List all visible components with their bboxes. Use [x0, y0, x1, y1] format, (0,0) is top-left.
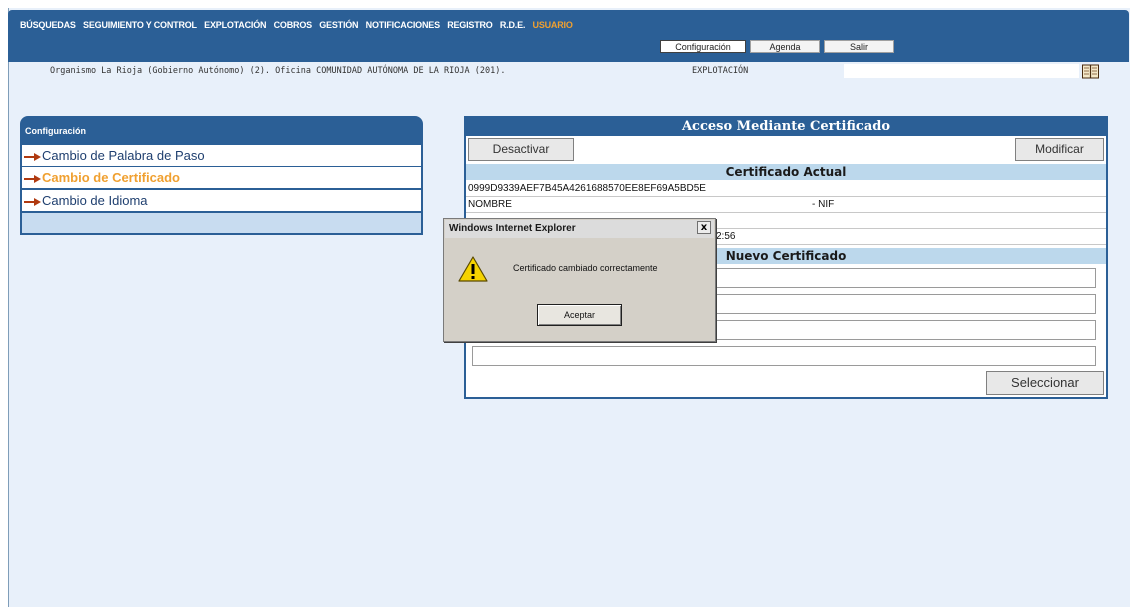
- config-item-label: Cambio de Idioma: [42, 193, 148, 208]
- dialog-message: Certificado cambiado correctamente: [513, 263, 658, 273]
- desactivar-button[interactable]: Desactivar: [468, 138, 574, 161]
- menu-registro[interactable]: REGISTRO: [447, 20, 493, 30]
- alert-dialog: Windows Internet Explorer x Certificado …: [443, 218, 716, 342]
- configuracion-button[interactable]: Configuración: [660, 40, 746, 53]
- certificate-name-row: NOMBRE - NIF: [466, 197, 1106, 213]
- main-menu: BÚSQUEDAS SEGUIMIENTO Y CONTROL EXPLOTAC…: [20, 20, 578, 30]
- menu-cobros[interactable]: COBROS: [274, 20, 313, 30]
- config-footer: [22, 213, 421, 233]
- menu-explotacion[interactable]: EXPLOTACIÓN: [204, 20, 266, 30]
- config-title: Configuración: [25, 126, 86, 136]
- config-item-label: Cambio de Certificado: [42, 170, 180, 185]
- menu-busquedas[interactable]: BÚSQUEDAS: [20, 20, 76, 30]
- salir-button[interactable]: Salir: [824, 40, 894, 53]
- dialog-title: Windows Internet Explorer: [445, 220, 714, 238]
- organism-info: Organismo La Rioja (Gobierno Autónomo) (…: [50, 66, 506, 76]
- config-item-palabra-paso[interactable]: Cambio de Palabra de Paso: [22, 145, 421, 166]
- book-icon[interactable]: [1082, 64, 1099, 79]
- config-item-certificado[interactable]: Cambio de Certificado: [22, 167, 421, 188]
- user-subnav: Configuración Agenda Salir: [660, 40, 898, 53]
- close-button[interactable]: x: [697, 221, 711, 234]
- config-panel: Configuración Cambio de Palabra de Paso …: [20, 116, 423, 235]
- certificate-name: NOMBRE: [468, 199, 512, 210]
- arrow-right-icon: [24, 152, 41, 161]
- menu-usuario[interactable]: USUARIO: [533, 20, 573, 30]
- arrow-right-icon: [24, 197, 41, 206]
- warning-icon: [458, 256, 488, 282]
- config-item-label: Cambio de Palabra de Paso: [42, 148, 205, 163]
- certificate-date: 2:56: [716, 231, 736, 242]
- new-cert-field-4[interactable]: [472, 346, 1096, 366]
- modificar-button[interactable]: Modificar: [1015, 138, 1104, 161]
- info-box: [844, 64, 1079, 78]
- current-certificate-header: Certificado Actual: [466, 164, 1106, 180]
- certificate-serial: 0999D9339AEF7B45A4261688570EE8EF69A5BD5E: [466, 181, 1106, 197]
- accept-button[interactable]: Aceptar: [537, 304, 622, 326]
- agenda-button[interactable]: Agenda: [750, 40, 820, 53]
- mode-label: EXPLOTACIÓN: [692, 66, 749, 76]
- top-navigation-bar: BÚSQUEDAS SEGUIMIENTO Y CONTROL EXPLOTAC…: [8, 10, 1129, 62]
- certificate-nif: - NIF: [812, 199, 835, 210]
- arrow-right-icon: [24, 174, 41, 183]
- menu-gestion[interactable]: GESTIÓN: [319, 20, 358, 30]
- certificate-title: Acceso Mediante Certificado: [466, 118, 1106, 136]
- menu-notificaciones[interactable]: NOTIFICACIONES: [366, 20, 440, 30]
- seleccionar-button[interactable]: Seleccionar: [986, 371, 1104, 395]
- menu-rde[interactable]: R.D.E.: [500, 20, 526, 30]
- config-item-idioma[interactable]: Cambio de Idioma: [22, 190, 421, 211]
- menu-seguimiento[interactable]: SEGUIMIENTO Y CONTROL: [83, 20, 197, 30]
